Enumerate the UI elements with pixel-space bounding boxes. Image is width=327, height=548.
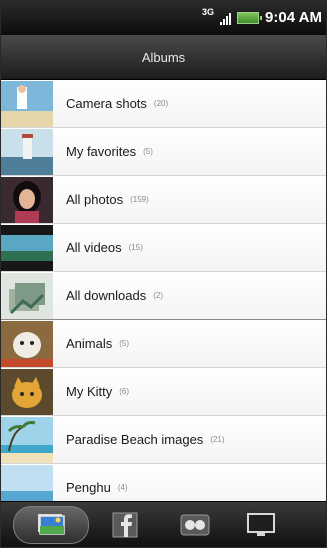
app-frame: 3G 9:04 AM Albums Camera shots (20) My f… (0, 0, 327, 548)
album-row-animals[interactable]: Animals (5) (1, 320, 326, 368)
status-indicators: 3G 9:04 AM (202, 6, 322, 27)
album-count: (5) (143, 147, 153, 156)
battery-icon (237, 11, 263, 24)
album-name: My Kitty (66, 384, 113, 399)
album-name: My favorites (66, 144, 137, 159)
album-count: (2) (153, 291, 163, 300)
album-thumbnail-camera-shots-icon (1, 80, 53, 127)
flickr-icon (180, 514, 210, 536)
album-row-all-videos[interactable]: All videos (15) (1, 224, 326, 272)
album-count: (5) (119, 339, 130, 348)
album-row-my-favorites[interactable]: My favorites (5) (1, 128, 326, 176)
bottom-tab-bar (1, 501, 326, 547)
album-name: Penghu (66, 480, 111, 495)
album-name: All videos (66, 240, 122, 255)
album-count: (20) (153, 99, 169, 108)
album-name: Animals (66, 336, 113, 351)
network-type: 3G (202, 6, 215, 17)
signal-icon (220, 11, 232, 25)
album-name: Camera shots (66, 96, 147, 111)
album-thumbnail-paradise-beach-icon (1, 416, 53, 463)
album-count: (6) (119, 387, 130, 396)
album-name: All photos (66, 192, 124, 207)
tab-facebook[interactable] (101, 506, 149, 544)
album-thumbnail-penghu-icon (1, 464, 53, 501)
tab-flickr[interactable] (171, 506, 219, 544)
status-bar: 3G 9:04 AM (1, 1, 326, 35)
album-count: (21) (210, 435, 225, 444)
album-count: (4) (117, 483, 128, 492)
status-time: 9:04 AM (265, 9, 322, 26)
tab-albums[interactable] (13, 506, 89, 544)
album-row-paradise-beach-images[interactable]: Paradise Beach images (21) (1, 416, 326, 464)
album-count: (159) (130, 195, 149, 204)
title-bar: Albums (1, 35, 326, 80)
album-thumbnail-all-videos-icon (1, 224, 53, 271)
album-row-all-photos[interactable]: All photos (159) (1, 176, 326, 224)
album-thumbnail-animals-icon (1, 320, 53, 367)
album-thumbnail-my-kitty-icon (1, 368, 53, 415)
album-list[interactable]: Camera shots (20) My favorites (5) All p… (1, 80, 326, 501)
facebook-icon (112, 512, 138, 538)
album-name: Paradise Beach images (66, 432, 204, 447)
album-thumbnail-my-favorites-icon (1, 128, 53, 175)
tv-display-icon (247, 513, 275, 536)
album-count: (15) (128, 243, 143, 252)
album-name: All downloads (66, 288, 147, 303)
album-row-all-downloads[interactable]: All downloads (2) (1, 272, 326, 320)
album-row-camera-shots[interactable]: Camera shots (20) (1, 80, 326, 128)
album-thumbnail-all-downloads-icon (1, 272, 53, 319)
page-title: Albums (141, 49, 186, 65)
tab-tv-display[interactable] (237, 506, 285, 544)
album-thumbnail-all-photos-icon (1, 176, 53, 223)
album-row-penghu[interactable]: Penghu (4) (1, 464, 326, 501)
albums-tab-icon (38, 514, 65, 535)
album-row-my-kitty[interactable]: My Kitty (6) (1, 368, 326, 416)
